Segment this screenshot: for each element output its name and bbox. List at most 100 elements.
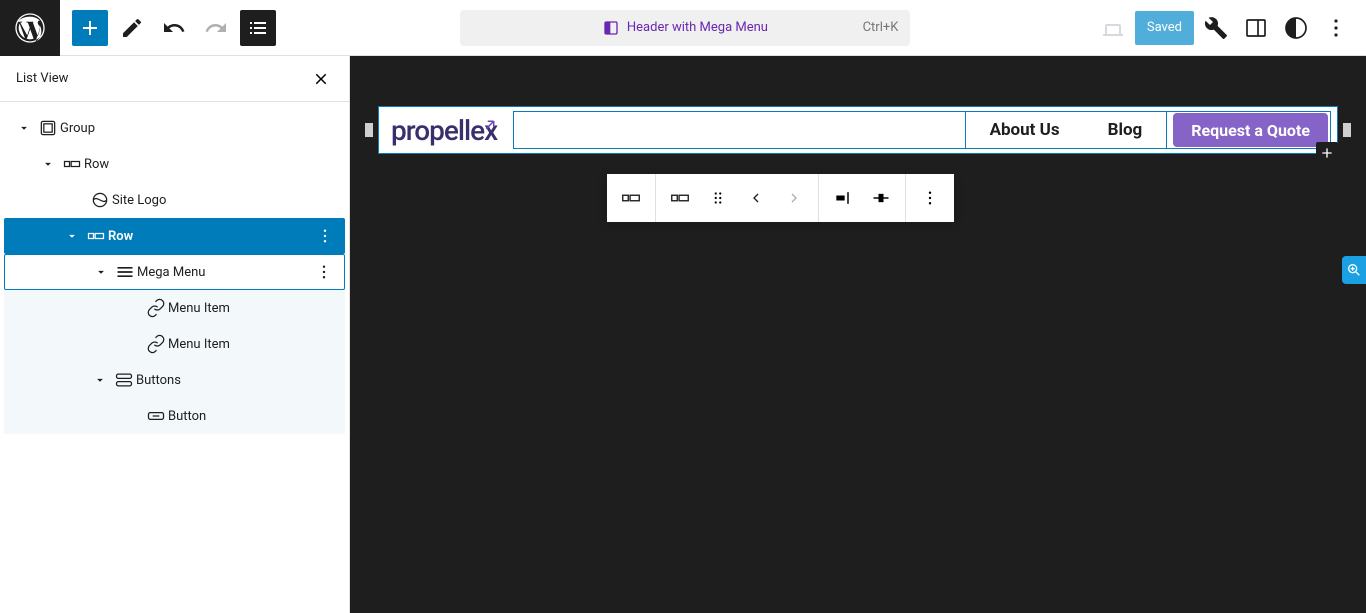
tree-item-site-logo[interactable]: Site Logo bbox=[4, 182, 345, 218]
tree-item-label: Button bbox=[168, 409, 206, 424]
link-icon bbox=[146, 298, 166, 318]
tree-item-group[interactable]: Group bbox=[4, 110, 345, 146]
chevron-down-icon bbox=[65, 229, 79, 243]
cta-button[interactable]: Request a Quote bbox=[1173, 113, 1328, 147]
half-circle-icon bbox=[1284, 16, 1308, 40]
nav-link-blog[interactable]: Blog bbox=[1084, 120, 1167, 140]
selected-row-block[interactable]: About Us Blog Request a Quote bbox=[513, 111, 1331, 149]
editor-canvas[interactable]: propellex About Us Blog Request a Quote bbox=[350, 56, 1366, 613]
tree-item-row[interactable]: Row bbox=[4, 146, 345, 182]
move-right-button[interactable] bbox=[778, 182, 810, 214]
header-row-block[interactable]: propellex About Us Blog Request a Quote bbox=[378, 106, 1338, 154]
dots-vertical-icon bbox=[921, 189, 939, 207]
plus-icon bbox=[78, 16, 102, 40]
row-icon bbox=[62, 154, 82, 174]
tree-item-menu-item[interactable]: Menu Item bbox=[4, 290, 345, 326]
zoom-icon bbox=[1346, 262, 1362, 278]
tree-item-more[interactable] bbox=[313, 224, 337, 248]
undo-button[interactable] bbox=[156, 10, 192, 46]
row-icon bbox=[620, 187, 642, 209]
tree-item-button[interactable]: Button bbox=[4, 398, 345, 434]
template-icon bbox=[603, 20, 619, 36]
tree-item-more[interactable] bbox=[312, 260, 336, 284]
block-tree: Group Row Site Logo Row bbox=[0, 102, 349, 442]
edit-mode-button[interactable] bbox=[114, 10, 150, 46]
add-block-button[interactable] bbox=[72, 10, 108, 46]
block-toolbar bbox=[607, 174, 954, 222]
template-label: Header with Mega Menu bbox=[627, 20, 768, 35]
undo-icon bbox=[162, 16, 186, 40]
toolbar-left-group bbox=[60, 10, 276, 46]
align-center-icon bbox=[871, 188, 891, 208]
settings-sidebar-button[interactable] bbox=[1238, 10, 1274, 46]
parent-block-button[interactable] bbox=[664, 182, 696, 214]
menu-lines-icon bbox=[115, 262, 135, 282]
justify-right-icon bbox=[833, 188, 853, 208]
button-icon bbox=[146, 406, 166, 426]
block-more-button[interactable] bbox=[914, 182, 946, 214]
tree-item-label: Menu Item bbox=[168, 337, 230, 352]
tree-item-label: Row bbox=[108, 229, 133, 244]
toolbar-center: Header with Mega Menu Ctrl+K bbox=[276, 10, 1095, 46]
nav-link-about[interactable]: About Us bbox=[966, 120, 1084, 140]
close-sidebar-button[interactable] bbox=[309, 67, 333, 91]
sidebar-icon bbox=[1244, 16, 1268, 40]
plus-icon bbox=[1319, 145, 1335, 161]
template-selector[interactable]: Header with Mega Menu Ctrl+K bbox=[460, 10, 910, 46]
redo-icon bbox=[204, 16, 228, 40]
zoom-tab[interactable] bbox=[1342, 256, 1366, 284]
tree-item-label: Buttons bbox=[136, 373, 181, 388]
styles-button[interactable] bbox=[1278, 10, 1314, 46]
add-block-inline[interactable] bbox=[1316, 142, 1338, 164]
chevron-right-icon bbox=[786, 190, 802, 206]
list-view-button[interactable] bbox=[240, 10, 276, 46]
sidebar-title: List View bbox=[16, 71, 68, 86]
arrow-up-icon bbox=[481, 116, 499, 134]
group-icon bbox=[38, 118, 58, 138]
dots-vertical-icon bbox=[316, 227, 334, 245]
tree-item-label: Group bbox=[60, 121, 95, 136]
list-view-sidebar: List View Group Row Site Logo bbox=[0, 56, 350, 613]
toolbar-right-group: Saved bbox=[1095, 10, 1366, 46]
device-preview-button[interactable] bbox=[1095, 10, 1131, 46]
chevron-left-icon bbox=[748, 190, 764, 206]
dots-vertical-icon bbox=[1324, 16, 1348, 40]
site-logo-block[interactable]: propellex bbox=[379, 114, 509, 147]
drag-icon bbox=[709, 189, 727, 207]
top-toolbar: Header with Mega Menu Ctrl+K Saved bbox=[0, 0, 1366, 56]
close-icon bbox=[312, 70, 330, 88]
chevron-down-icon bbox=[93, 373, 107, 387]
pencil-icon bbox=[120, 16, 144, 40]
list-view-icon bbox=[246, 16, 270, 40]
tree-item-buttons[interactable]: Buttons bbox=[4, 362, 345, 398]
buttons-icon bbox=[114, 370, 134, 390]
wrench-icon bbox=[1204, 16, 1228, 40]
chevron-down-icon bbox=[41, 157, 55, 171]
justify-button[interactable] bbox=[827, 182, 859, 214]
tree-item-label: Row bbox=[84, 157, 109, 172]
more-options-button[interactable] bbox=[1318, 10, 1354, 46]
laptop-icon bbox=[1101, 16, 1125, 40]
move-left-button[interactable] bbox=[740, 182, 772, 214]
main-region: List View Group Row Site Logo bbox=[0, 56, 1366, 613]
drag-handle[interactable] bbox=[702, 182, 734, 214]
site-logo-icon bbox=[90, 190, 110, 210]
tree-item-label: Site Logo bbox=[112, 193, 166, 208]
row-icon bbox=[86, 226, 106, 246]
tree-item-row-selected[interactable]: Row bbox=[4, 218, 345, 254]
tree-item-mega-menu[interactable]: Mega Menu bbox=[4, 254, 345, 290]
link-icon bbox=[146, 334, 166, 354]
row-icon bbox=[669, 187, 691, 209]
block-type-button[interactable] bbox=[615, 182, 647, 214]
redo-button[interactable] bbox=[198, 10, 234, 46]
chevron-down-icon bbox=[94, 265, 108, 279]
sidebar-header: List View bbox=[0, 56, 349, 102]
dots-vertical-icon bbox=[315, 263, 333, 281]
wordpress-logo[interactable] bbox=[0, 0, 60, 56]
tree-item-label: Mega Menu bbox=[137, 265, 205, 280]
tools-button[interactable] bbox=[1198, 10, 1234, 46]
saved-button[interactable]: Saved bbox=[1135, 11, 1194, 45]
template-shortcut: Ctrl+K bbox=[863, 20, 899, 35]
tree-item-menu-item[interactable]: Menu Item bbox=[4, 326, 345, 362]
align-button[interactable] bbox=[865, 182, 897, 214]
